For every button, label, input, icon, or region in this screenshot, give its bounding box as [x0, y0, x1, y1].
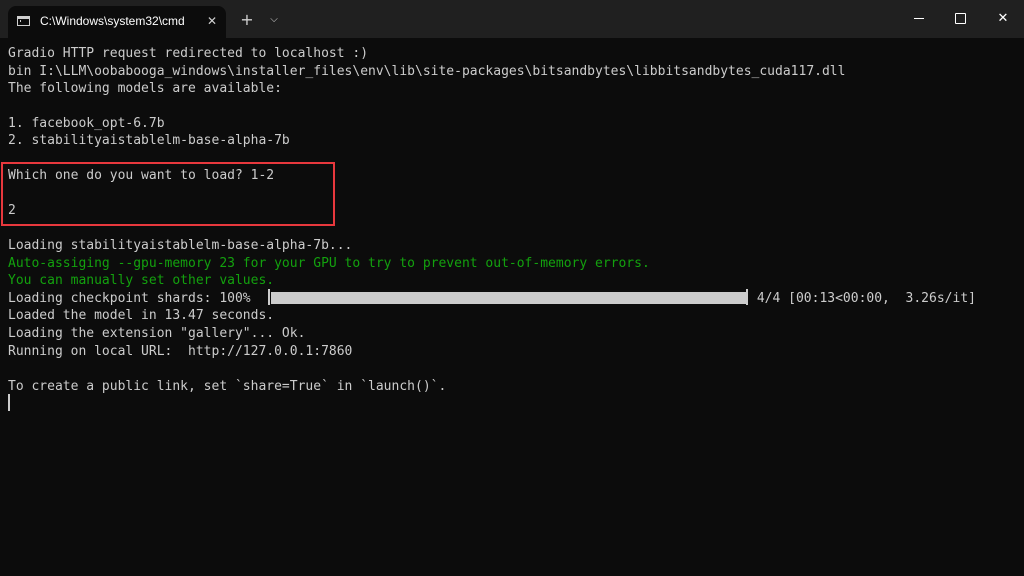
progress-right-edge — [746, 289, 748, 305]
progress-stats: 4/4 [00:13<00:00, 3.26s/it] — [749, 291, 976, 306]
output-line: 2. stabilityaistablelm-base-alpha-7b — [8, 133, 290, 148]
output-line: To create a public link, set `share=True… — [8, 379, 447, 394]
maximize-button[interactable] — [937, 0, 983, 38]
prompt-line: Which one do you want to load? 1-2 — [8, 168, 275, 183]
output-line: The following models are available: — [8, 81, 282, 96]
output-line: 1. facebook_opt-6.7b — [8, 116, 165, 131]
tab-title: C:\Windows\system32\cmd — [40, 14, 185, 28]
chevron-down-icon[interactable]: ⌵ — [264, 8, 284, 32]
maximize-icon — [954, 13, 966, 24]
plus-icon[interactable]: + — [236, 8, 258, 32]
terminal-tab[interactable]: C:\Windows\system32\cmd ✕ — [8, 6, 226, 38]
text-cursor — [8, 394, 10, 411]
close-icon[interactable]: ✕ — [204, 13, 220, 29]
progress-left-edge — [268, 289, 270, 305]
minimize-button[interactable] — [896, 0, 942, 38]
terminal-output[interactable]: Gradio HTTP request redirected to localh… — [0, 38, 1024, 576]
cmd-icon — [17, 16, 30, 26]
user-input-line: 2 — [8, 203, 16, 218]
output-line: Loading the extension "gallery"... Ok. — [8, 326, 306, 341]
output-line: bin I:\LLM\oobabooga_windows\installer_f… — [8, 64, 846, 79]
close-window-icon: ✕ — [997, 11, 1009, 26]
title-bar: C:\Windows\system32\cmd ✕ + ⌵ ✕ — [0, 0, 1024, 38]
minimize-icon — [914, 18, 924, 19]
output-line: Loading stabilityaistablelm-base-alpha-7… — [8, 238, 353, 253]
progress-bar — [271, 292, 746, 304]
output-line: Gradio HTTP request redirected to localh… — [8, 46, 369, 61]
progress-label: Loading checkpoint shards: 100% — [8, 291, 251, 306]
close-button[interactable]: ✕ — [980, 0, 1024, 38]
progress-fill — [271, 292, 746, 304]
warning-line: Auto-assiging --gpu-memory 23 for your G… — [8, 256, 650, 271]
output-line: Loaded the model in 13.47 seconds. — [8, 308, 275, 323]
output-line: Running on local URL: http://127.0.0.1:7… — [8, 344, 353, 359]
warning-line: You can manually set other values. — [8, 273, 275, 288]
